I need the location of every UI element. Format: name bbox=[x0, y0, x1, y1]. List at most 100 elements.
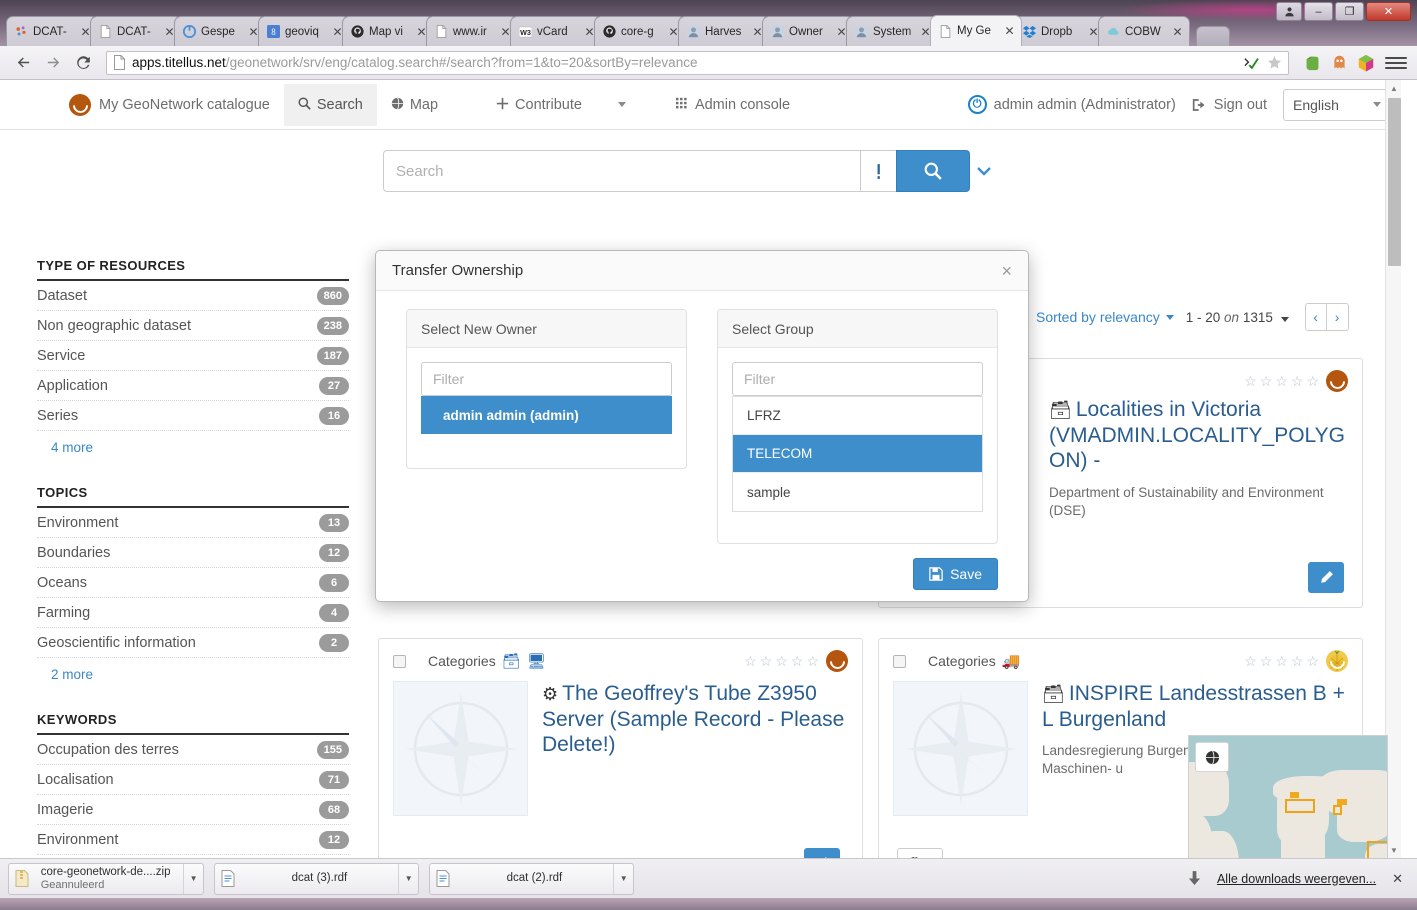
cube-icon[interactable] bbox=[1357, 54, 1375, 72]
star-icon[interactable]: ☆ bbox=[1291, 373, 1304, 390]
reload-button[interactable] bbox=[68, 49, 98, 77]
browser-tab-1[interactable]: DCAT- ✕ bbox=[90, 16, 182, 46]
result-select-checkbox-2[interactable] bbox=[393, 654, 406, 668]
result-thumbnail-2[interactable] bbox=[393, 681, 528, 816]
rating-stars[interactable]: ☆ ☆ ☆ ☆ ☆ bbox=[1244, 653, 1319, 670]
rating-stars[interactable]: ☆ ☆ ☆ ☆ ☆ bbox=[744, 653, 819, 670]
extent-minimap[interactable] bbox=[1188, 735, 1388, 858]
scroll-down-arrow-icon[interactable]: ▼ bbox=[1386, 842, 1402, 858]
rating-stars[interactable]: ☆ ☆ ☆ ☆ ☆ bbox=[1244, 373, 1319, 390]
language-select[interactable]: English bbox=[1283, 88, 1391, 121]
star-icon[interactable]: ☆ bbox=[1275, 653, 1288, 670]
sort-dropdown[interactable]: Sorted by relevancy bbox=[1020, 309, 1174, 325]
result-title-3[interactable]: 🗃 INSPIRE Landesstrassen B + L Burgenland bbox=[1042, 681, 1348, 732]
browser-tab-7[interactable]: core-g ✕ bbox=[594, 16, 686, 46]
contribute-dropdown-toggle[interactable] bbox=[596, 84, 640, 126]
star-icon[interactable]: ☆ bbox=[1260, 653, 1273, 670]
close-icon[interactable]: × bbox=[1001, 262, 1012, 280]
browser-tab-6[interactable]: W3 vCard ✕ bbox=[510, 16, 602, 46]
facet-item[interactable]: Application 27 bbox=[37, 371, 349, 401]
show-all-downloads-link[interactable]: Alle downloads weergeven... bbox=[1217, 872, 1376, 886]
download-3-menu-button[interactable]: ▼ bbox=[613, 863, 633, 894]
scrollbar-thumb[interactable] bbox=[1388, 98, 1401, 266]
download-item-2[interactable]: dcat (3).rdf ▼ bbox=[214, 862, 419, 895]
facet-item[interactable]: Boundaries 12 bbox=[37, 538, 349, 568]
close-tab-button[interactable]: ✕ bbox=[1171, 25, 1184, 39]
browser-menu-button[interactable] bbox=[1385, 56, 1407, 69]
browser-tab-4[interactable]: Map vi ✕ bbox=[342, 16, 434, 46]
result-title-2[interactable]: ⚙ The Geoffrey's Tube Z3950 Server (Sampl… bbox=[542, 681, 848, 758]
search-expand-toggle[interactable] bbox=[970, 150, 998, 192]
sign-out-link[interactable]: Sign out bbox=[1192, 97, 1267, 113]
result-select-checkbox-3[interactable] bbox=[893, 654, 906, 668]
nav-item-admin-console[interactable]: Admin console bbox=[662, 84, 804, 126]
minimize-button[interactable]: – bbox=[1304, 2, 1333, 21]
user-profile-button[interactable] bbox=[1276, 2, 1302, 21]
edit-record-button-1[interactable] bbox=[1308, 562, 1344, 593]
nav-item-contribute[interactable]: Contribute bbox=[482, 84, 596, 126]
star-icon[interactable] bbox=[1267, 55, 1282, 70]
facet-more-link[interactable]: 2 more bbox=[37, 658, 349, 682]
facet-item[interactable]: Dataset 860 bbox=[37, 281, 349, 311]
nav-item-map[interactable]: Map bbox=[377, 84, 452, 126]
group-option-lfrz[interactable]: LFRZ bbox=[733, 397, 982, 435]
facet-item[interactable]: Series 16 bbox=[37, 401, 349, 431]
browser-tab-3[interactable]: 8 geoviq ✕ bbox=[258, 16, 350, 46]
edit-record-button-2[interactable] bbox=[804, 848, 840, 858]
result-title-1[interactable]: 🗃 Localities in Victoria (VMADMIN.LOCALIT… bbox=[1049, 397, 1348, 474]
star-icon[interactable]: ☆ bbox=[1306, 653, 1319, 670]
owner-option-admin[interactable]: admin admin (admin) bbox=[421, 396, 672, 434]
previous-page-button[interactable]: ‹ bbox=[1304, 303, 1327, 331]
star-icon[interactable]: ☆ bbox=[744, 653, 757, 670]
browser-tab-8[interactable]: Harves ✕ bbox=[678, 16, 770, 46]
download-1-menu-button[interactable]: ▼ bbox=[183, 863, 203, 894]
search-options-button[interactable] bbox=[860, 150, 896, 192]
facet-item[interactable]: Oceans 6 bbox=[37, 568, 349, 598]
ghostery-icon[interactable] bbox=[1330, 54, 1348, 72]
star-icon[interactable]: ☆ bbox=[760, 653, 773, 670]
next-page-button[interactable]: › bbox=[1326, 303, 1349, 331]
star-icon[interactable]: ☆ bbox=[1244, 653, 1257, 670]
nav-item-search[interactable]: Search bbox=[283, 83, 377, 126]
browser-tab-11[interactable]: My Ge ✕ bbox=[930, 15, 1022, 46]
facet-more-link[interactable]: 4 more bbox=[37, 431, 349, 455]
group-option-sample[interactable]: sample bbox=[733, 473, 982, 511]
close-downloads-bar-button[interactable]: ✕ bbox=[1392, 871, 1403, 887]
minimap-toggle-button[interactable] bbox=[1195, 742, 1229, 772]
group-filter-input[interactable]: Filter bbox=[732, 362, 983, 396]
facet-item[interactable]: Imagerie 68 bbox=[37, 795, 349, 825]
star-icon[interactable]: ☆ bbox=[1306, 373, 1319, 390]
search-input[interactable]: Search bbox=[383, 150, 860, 192]
close-window-button[interactable]: ✕ bbox=[1366, 2, 1411, 21]
results-count[interactable]: 1 - 20 on 1315 bbox=[1186, 310, 1289, 325]
evernote-icon[interactable] bbox=[1303, 54, 1321, 72]
group-option-telecom[interactable]: TELECOM bbox=[733, 435, 982, 473]
result-thumbnail-3[interactable] bbox=[893, 681, 1028, 816]
maximize-button[interactable]: ❐ bbox=[1335, 2, 1364, 21]
close-tab-button[interactable]: ✕ bbox=[1003, 24, 1016, 38]
browser-tab-12[interactable]: Dropb ✕ bbox=[1014, 16, 1106, 46]
checkmark-icon[interactable] bbox=[1243, 56, 1259, 70]
scroll-up-arrow-icon[interactable]: ▲ bbox=[1386, 80, 1402, 96]
facet-item[interactable]: Service 187 bbox=[37, 341, 349, 371]
map-options-button-3[interactable] bbox=[897, 848, 943, 858]
download-item-3[interactable]: dcat (2).rdf ▼ bbox=[429, 862, 634, 895]
facet-item[interactable]: Farming 4 bbox=[37, 598, 349, 628]
facet-item[interactable]: Environment 12 bbox=[37, 825, 349, 855]
download-2-menu-button[interactable]: ▼ bbox=[398, 863, 418, 894]
facet-item[interactable]: Occupation des terres 155 bbox=[37, 735, 349, 765]
address-bar[interactable]: apps.titellus.net/geonetwork/srv/eng/cat… bbox=[106, 50, 1289, 75]
star-icon[interactable]: ☆ bbox=[1260, 373, 1273, 390]
search-submit-button[interactable] bbox=[896, 150, 970, 192]
brand-link[interactable]: My GeoNetwork catalogue bbox=[69, 93, 270, 116]
star-icon[interactable]: ☆ bbox=[1291, 653, 1304, 670]
back-button[interactable] bbox=[8, 49, 38, 77]
facet-item[interactable]: Geoscientific information 2 bbox=[37, 628, 349, 658]
facet-item[interactable]: Localisation 71 bbox=[37, 765, 349, 795]
browser-tab-5[interactable]: www.ir ✕ bbox=[426, 16, 518, 46]
user-menu[interactable]: ⏻ admin admin (Administrator) bbox=[967, 95, 1176, 114]
browser-tab-10[interactable]: System ✕ bbox=[846, 16, 938, 46]
result-card-2[interactable]: Categories 🗃 🖥 ☆ ☆ ☆ ☆ ☆ ⚙ The Geoffrey'… bbox=[378, 638, 863, 858]
star-icon[interactable]: ☆ bbox=[806, 653, 819, 670]
browser-tab-0[interactable]: DCAT- ✕ bbox=[6, 16, 98, 46]
